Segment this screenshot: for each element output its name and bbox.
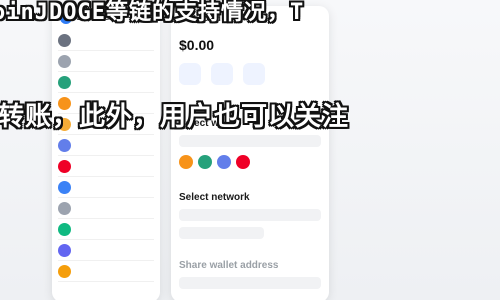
coin-list-item[interactable] — [58, 135, 154, 156]
wallet-coin-row — [179, 155, 321, 169]
coin-list-item[interactable] — [58, 156, 154, 177]
select-network-title: Select network — [179, 192, 250, 203]
coin-list-item[interactable] — [58, 51, 154, 72]
quick-actions — [171, 57, 329, 91]
screenshot-stage: Cryptomus Dashboard $0.00 Select wallet … — [0, 0, 500, 300]
coin-list-item[interactable] — [58, 240, 154, 261]
select-network-section: Select network — [179, 192, 321, 239]
ethereum-icon[interactable] — [217, 155, 231, 169]
coin-list-item[interactable] — [58, 177, 154, 198]
tether-icon — [58, 75, 71, 89]
balance-value: $0.00 — [179, 37, 215, 53]
swap-action-button[interactable] — [243, 63, 265, 85]
generic-coin-icon — [58, 201, 71, 215]
generic-coin-icon — [58, 264, 71, 278]
generic-coin-icon — [58, 180, 71, 194]
coin-list-item[interactable] — [58, 30, 154, 51]
share-address-title: Share wallet address — [179, 260, 279, 271]
send-action-button[interactable] — [179, 63, 201, 85]
coin-list-item[interactable] — [58, 72, 154, 93]
receive-action-button[interactable] — [211, 63, 233, 85]
ethereum-icon — [58, 138, 71, 152]
share-address-section: Share wallet address — [179, 260, 321, 289]
overlay-caption-middle: 转账，此外，用户也可以关注 — [0, 102, 350, 132]
coin-list-item[interactable] — [58, 261, 154, 282]
coin-list-item[interactable] — [58, 219, 154, 240]
overlay-caption-top: oinJDOGE等链的支持情况，T — [0, 0, 305, 25]
generic-coin-icon — [58, 243, 71, 257]
generic-coin-icon — [58, 54, 71, 68]
generic-coin-icon — [58, 222, 71, 236]
dashboard-screen: Dashboard $0.00 Select wallet Select net… — [171, 6, 329, 300]
tron-icon — [58, 159, 71, 173]
bitcoin-icon[interactable] — [179, 155, 193, 169]
network-select-field[interactable] — [179, 209, 321, 221]
generic-coin-icon — [58, 33, 71, 47]
network-option-field[interactable] — [179, 227, 265, 239]
tron-icon[interactable] — [236, 155, 250, 169]
address-field[interactable] — [179, 277, 321, 289]
wallet-select-field[interactable] — [179, 135, 321, 147]
coin-list-item[interactable] — [58, 198, 154, 219]
coin-list — [52, 30, 160, 282]
wallet-list-screen: Cryptomus — [52, 6, 160, 300]
tether-icon[interactable] — [198, 155, 212, 169]
